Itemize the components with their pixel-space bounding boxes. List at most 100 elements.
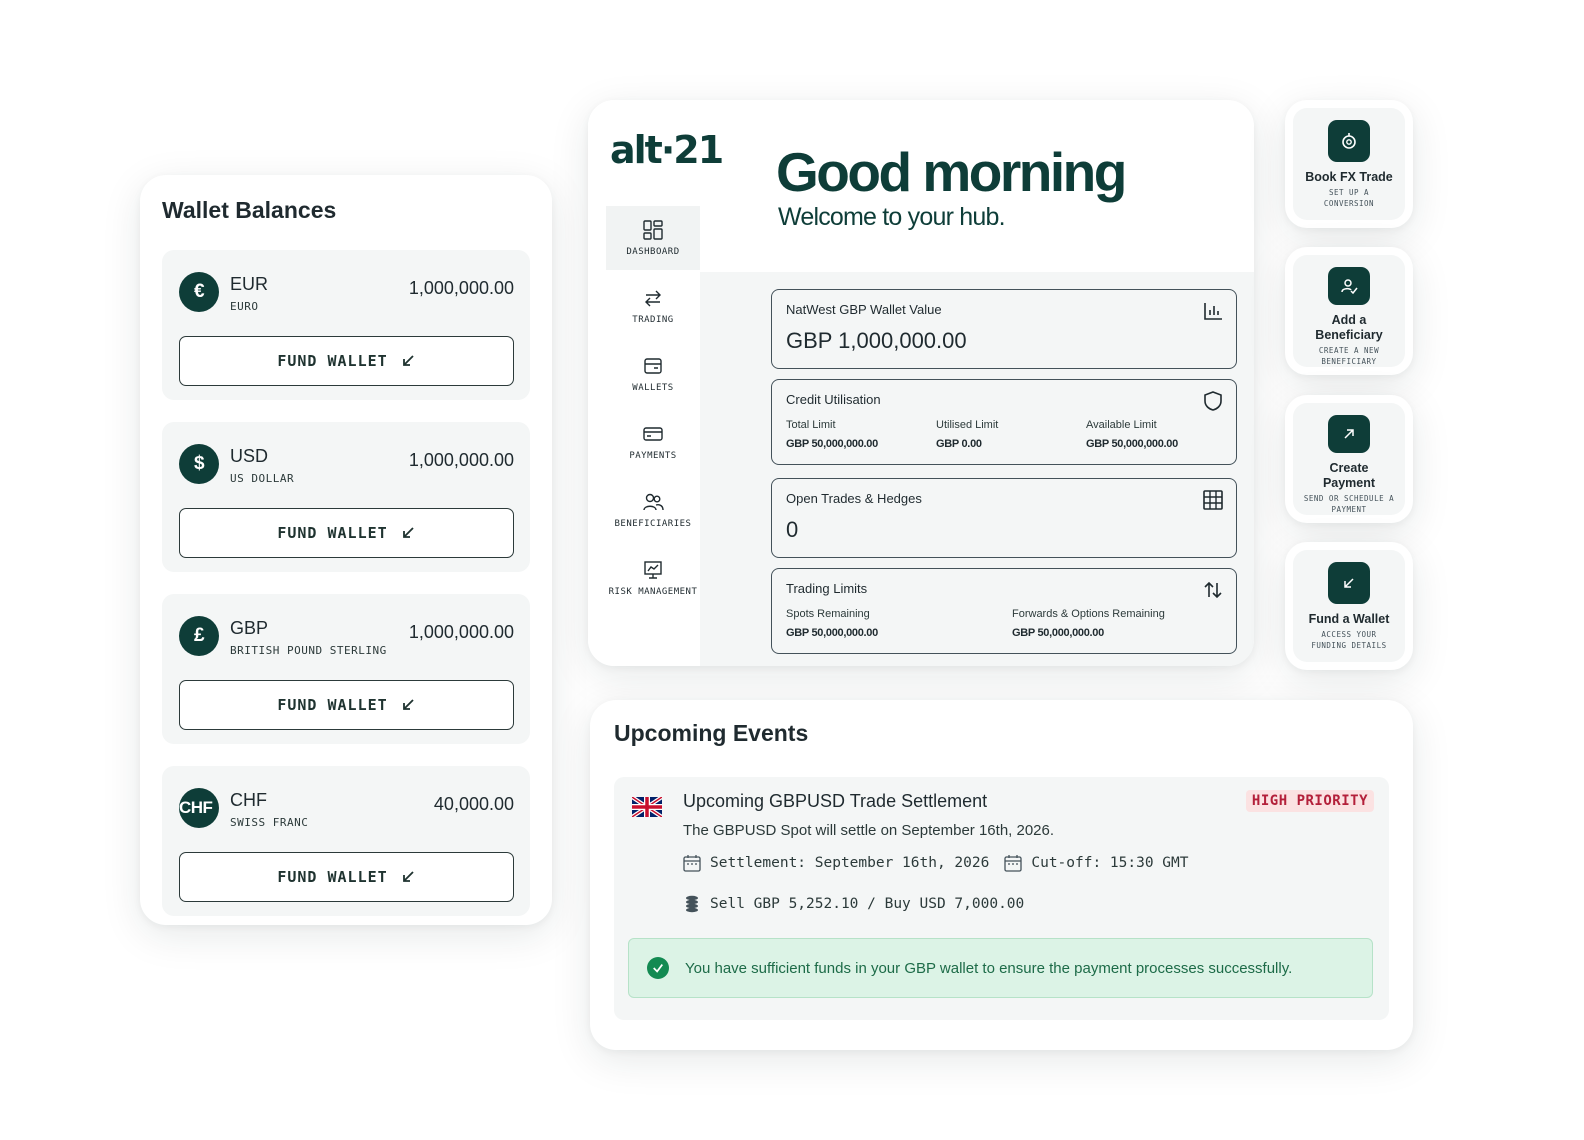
greeting-title: Good morning xyxy=(776,141,1127,203)
wallet-balances-title: Wallet Balances xyxy=(162,197,337,223)
open-trades-value: 0 xyxy=(786,517,799,542)
open-trades-panel[interactable]: Open Trades & Hedges 0 xyxy=(771,478,1237,558)
nav-label: BENEFICIARIES xyxy=(614,519,692,529)
quick-action-create-payment[interactable]: Create Payment SEND OR SCHEDULE A PAYMEN… xyxy=(1285,395,1413,523)
dollar-icon: $ xyxy=(179,444,219,484)
nav-wallets[interactable]: WALLETS xyxy=(606,342,700,406)
quick-action-title: Book FX Trade xyxy=(1305,170,1393,184)
nav-label: TRADING xyxy=(632,315,674,325)
quick-action-body[interactable]: Fund a Wallet ACCESS YOUR FUNDING DETAIL… xyxy=(1293,550,1405,662)
fund-wallet-label: FUND WALLET xyxy=(277,868,388,886)
currency-name: SWISS FRANC xyxy=(230,816,309,829)
nav-label: RISK MANAGEMENT xyxy=(608,587,698,597)
nav-dashboard[interactable]: DASHBOARD xyxy=(606,206,700,270)
wallet-balances-card: Wallet Balances € EUR EURO 1,000,000.00 … xyxy=(140,175,552,925)
notice-text: You have sufficient funds in your GBP wa… xyxy=(685,959,1293,977)
wallet-eur: € EUR EURO 1,000,000.00 FUND WALLET xyxy=(162,250,530,400)
fund-wallet-button[interactable]: FUND WALLET xyxy=(179,508,514,558)
shield-icon xyxy=(1204,391,1222,411)
spots-remaining-value: GBP 50,000,000.00 xyxy=(786,627,878,639)
fund-wallet-label: FUND WALLET xyxy=(277,696,388,714)
wallet-chf: CHF CHF SWISS FRANC 40,000.00 FUND WALLE… xyxy=(162,766,530,916)
utilised-limit-label: Utilised Limit xyxy=(936,419,999,431)
currency-code: EUR xyxy=(230,274,269,294)
quick-action-subtitle: ACCESS YOUR FUNDING DETAILS xyxy=(1311,630,1387,650)
wallet-value-panel[interactable]: NatWest GBP Wallet Value GBP 1,000,000.0… xyxy=(771,289,1237,369)
quick-action-title: Fund a Wallet xyxy=(1308,612,1390,626)
people-icon xyxy=(643,493,664,511)
arrow-down-left-icon xyxy=(1328,562,1370,604)
add-person-icon xyxy=(1328,267,1370,305)
greeting-subtitle: Welcome to your hub. xyxy=(778,203,1006,231)
check-circle-icon xyxy=(647,957,669,979)
quick-action-title: Create Payment xyxy=(1322,461,1376,490)
arrow-down-left-icon xyxy=(402,699,414,710)
quick-action-body[interactable]: Add a Beneficiary CREATE A NEW BENEFICIA… xyxy=(1293,255,1405,367)
forwards-remaining-label: Forwards & Options Remaining xyxy=(1012,608,1165,620)
wallet-usd: $ USD US DOLLAR 1,000,000.00 FUND WALLET xyxy=(162,422,530,572)
event-item[interactable]: Upcoming GBPUSD Trade Settlement The GBP… xyxy=(614,777,1389,1020)
trade-amounts: Sell GBP 5,252.10 / Buy USD 7,000.00 xyxy=(682,894,1024,914)
wallet-value: GBP 1,000,000.00 xyxy=(786,328,967,353)
upcoming-events-title: Upcoming Events xyxy=(614,720,809,746)
nav-risk-management[interactable]: RISK MANAGEMENT xyxy=(606,546,700,610)
currency-name: BRITISH POUND STERLING xyxy=(230,644,387,657)
sidebar: alt·21 DASHBOARD TRADING WALLETS PAYMENT… xyxy=(588,100,724,666)
calendar-icon xyxy=(1004,855,1023,872)
wallet-icon xyxy=(644,358,662,374)
available-limit-label: Available Limit xyxy=(1086,419,1157,431)
quick-action-body[interactable]: Create Payment SEND OR SCHEDULE A PAYMEN… xyxy=(1293,403,1405,515)
fund-wallet-button[interactable]: FUND WALLET xyxy=(179,852,514,902)
dashboard-card: alt·21 DASHBOARD TRADING WALLETS PAYMENT… xyxy=(588,100,1254,666)
event-title: Upcoming GBPUSD Trade Settlement xyxy=(683,791,988,811)
franc-icon: CHF xyxy=(179,788,219,828)
fund-wallet-button[interactable]: FUND WALLET xyxy=(179,680,514,730)
panel-title: Credit Utilisation xyxy=(786,392,881,407)
nav-payments[interactable]: PAYMENTS xyxy=(606,410,700,474)
card-icon xyxy=(643,427,663,441)
arrow-down-left-icon xyxy=(402,527,414,538)
arrow-up-right-icon xyxy=(1328,415,1370,453)
swap-icon xyxy=(1204,581,1222,599)
fx-icon xyxy=(1328,120,1370,162)
quick-action-fund-wallet[interactable]: Fund a Wallet ACCESS YOUR FUNDING DETAIL… xyxy=(1285,542,1413,670)
alt21-logo: alt·21 xyxy=(610,128,724,172)
upcoming-events-card: Upcoming Events Upcoming GBPUSD Trade Se… xyxy=(590,700,1413,1050)
quick-action-body[interactable]: Book FX Trade SET UP A CONVERSION xyxy=(1293,108,1405,220)
quick-action-subtitle: CREATE A NEW BENEFICIARY xyxy=(1318,346,1380,366)
quick-action-add-beneficiary[interactable]: Add a Beneficiary CREATE A NEW BENEFICIA… xyxy=(1285,247,1413,375)
arrow-down-left-icon xyxy=(402,355,414,366)
spots-remaining-label: Spots Remaining xyxy=(786,608,870,620)
panel-title: Trading Limits xyxy=(786,581,868,596)
quick-action-subtitle: SET UP A CONVERSION xyxy=(1323,188,1375,208)
forwards-remaining-value: GBP 50,000,000.00 xyxy=(1012,627,1104,639)
currency-amount: 1,000,000.00 xyxy=(408,450,514,470)
credit-utilisation-panel[interactable]: Credit Utilisation Total Limit GBP 50,00… xyxy=(771,379,1237,465)
nav-trading[interactable]: TRADING xyxy=(606,274,700,338)
dashboard-icon xyxy=(643,220,663,240)
grid-icon xyxy=(1203,490,1223,510)
nav-label: WALLETS xyxy=(632,383,674,393)
pound-icon: £ xyxy=(179,616,219,656)
currency-name: EURO xyxy=(230,300,259,313)
currency-code: USD xyxy=(230,446,269,466)
trading-limits-panel[interactable]: Trading Limits Spots Remaining GBP 50,00… xyxy=(771,568,1237,654)
nav-label: DASHBOARD xyxy=(626,247,680,257)
currency-code: GBP xyxy=(230,618,269,638)
nav-label: PAYMENTS xyxy=(629,451,677,461)
fund-wallet-label: FUND WALLET xyxy=(277,524,388,542)
event-description: The GBPUSD Spot will settle on September… xyxy=(683,822,1055,839)
currency-code: CHF xyxy=(230,790,267,810)
panel-title: Open Trades & Hedges xyxy=(786,491,922,506)
coins-icon xyxy=(686,895,698,913)
nav-beneficiaries[interactable]: BENEFICIARIES xyxy=(606,478,700,542)
fund-wallet-label: FUND WALLET xyxy=(277,352,388,370)
wallet-gbp: £ GBP BRITISH POUND STERLING 1,000,000.0… xyxy=(162,594,530,744)
available-limit-value: GBP 50,000,000.00 xyxy=(1086,438,1178,450)
quick-action-subtitle: SEND OR SCHEDULE A PAYMENT xyxy=(1303,494,1395,514)
fund-wallet-button[interactable]: FUND WALLET xyxy=(179,336,514,386)
total-limit-value: GBP 50,000,000.00 xyxy=(786,438,878,450)
priority-badge: HIGH PRIORITY xyxy=(1245,790,1374,812)
risk-chart-icon xyxy=(644,561,662,579)
quick-action-book-fx-trade[interactable]: Book FX Trade SET UP A CONVERSION xyxy=(1285,100,1413,228)
